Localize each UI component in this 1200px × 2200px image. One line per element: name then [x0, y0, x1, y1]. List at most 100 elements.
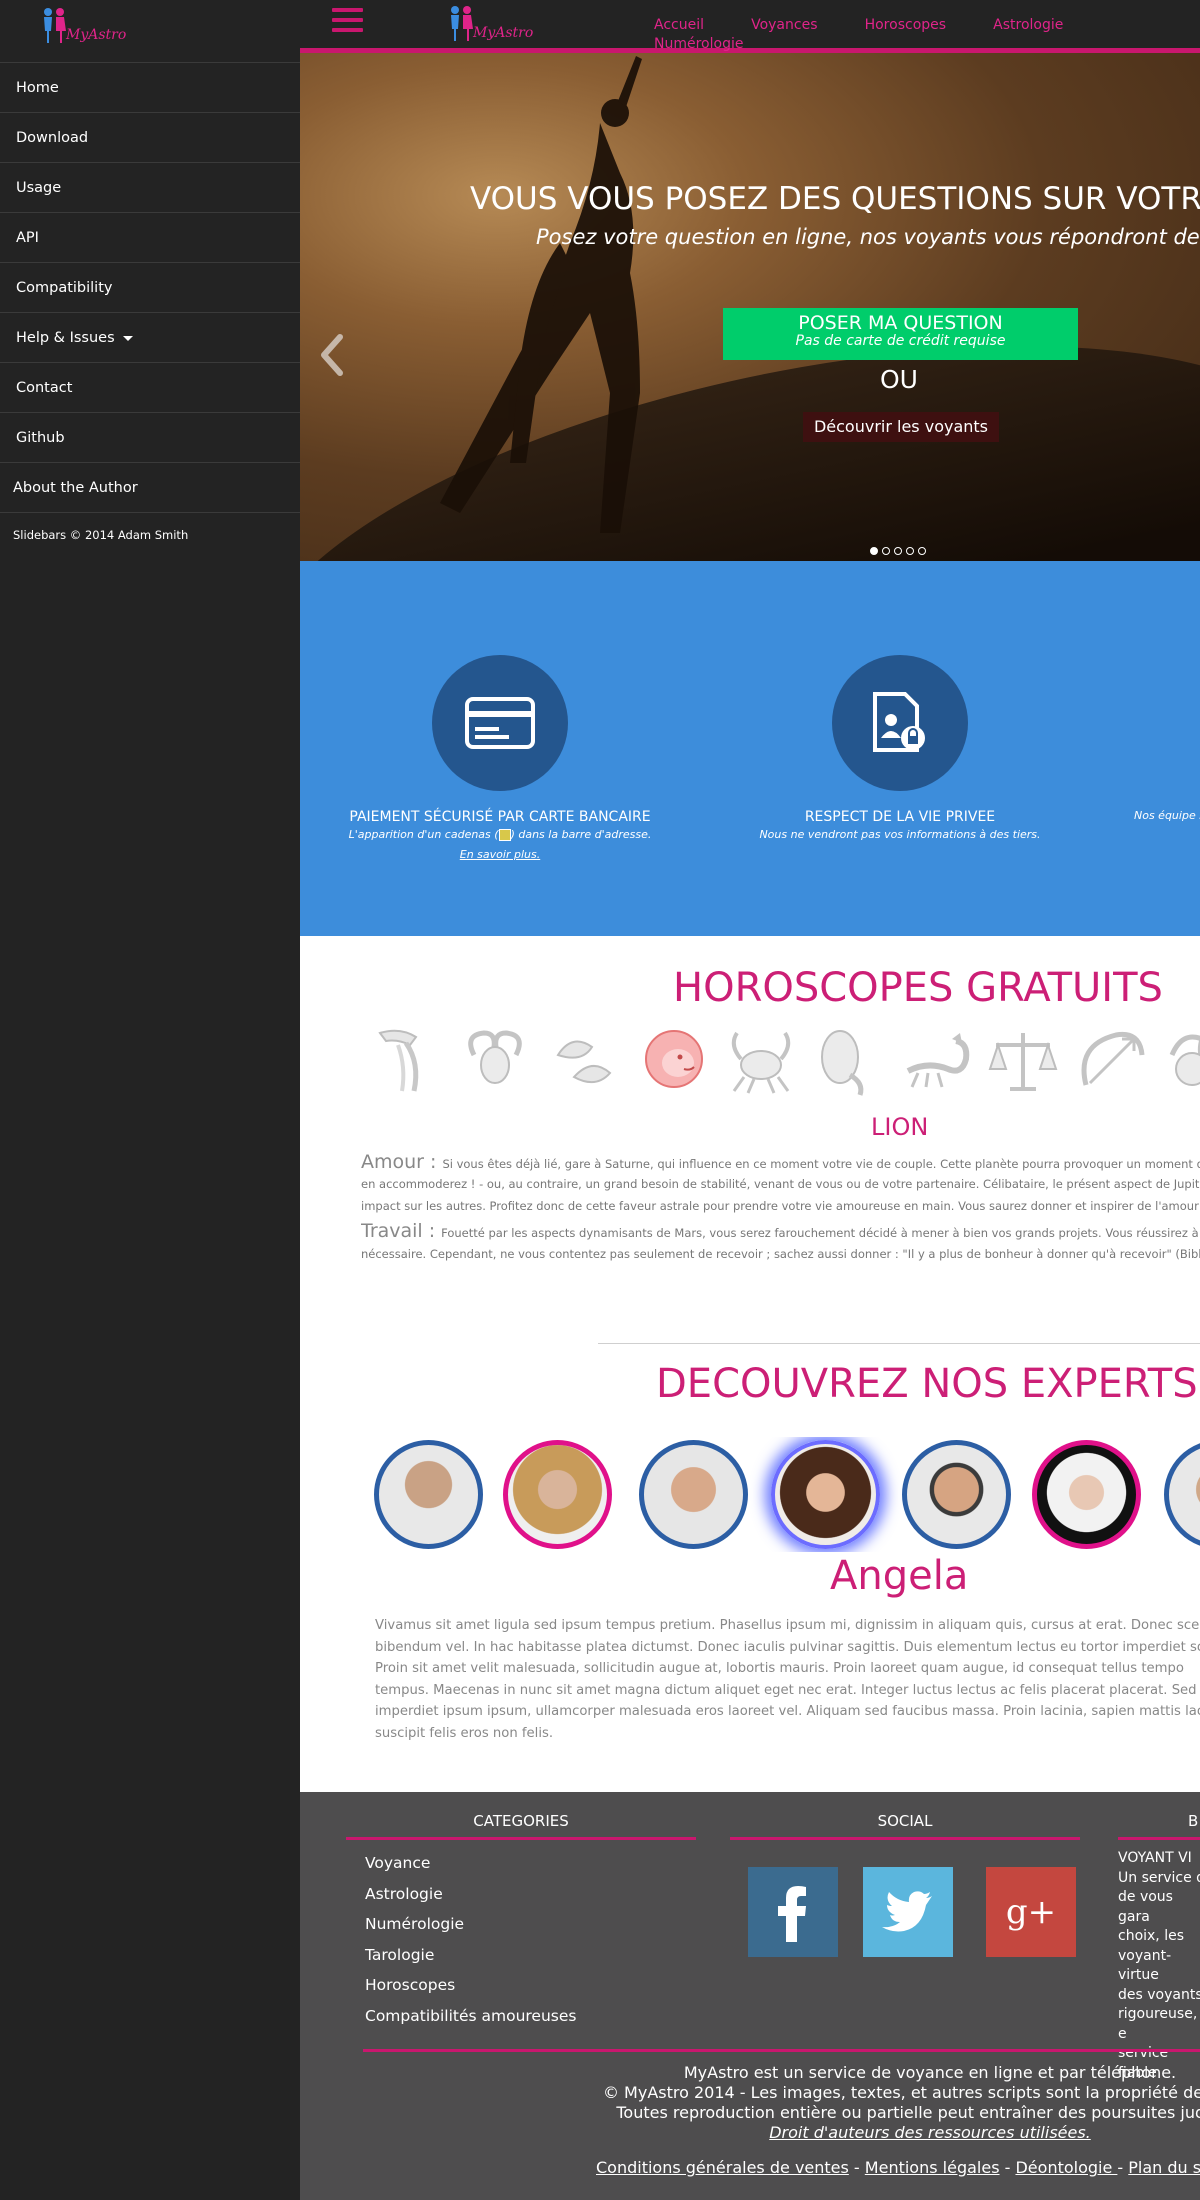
sidebar-item-usage[interactable]: Usage	[0, 162, 300, 212]
cta-main-label: POSER MA QUESTION	[798, 312, 1003, 334]
selected-sign-name: LION	[871, 1113, 929, 1141]
header-logo[interactable]: MyAstro	[445, 4, 537, 50]
nav-link-accueil[interactable]: Accueil	[654, 17, 704, 33]
feature-desc: L'apparition d'un cadenas () dans la bar…	[348, 828, 652, 841]
footer-bottom-links: Conditions générales de ventes - Mention…	[596, 2158, 1200, 2177]
carousel-prev-arrow-icon[interactable]	[316, 333, 346, 377]
sidebar-item-github[interactable]: Github	[0, 412, 300, 462]
carousel-dot[interactable]	[882, 547, 890, 555]
sidebar-item-api[interactable]: API	[0, 212, 300, 262]
expert-avatar[interactable]	[1032, 1440, 1141, 1549]
footer-social-title: SOCIAL	[877, 1812, 933, 1830]
feature-team: Nos équipe s	[1100, 655, 1200, 822]
facebook-icon[interactable]	[748, 1867, 838, 1957]
twitter-icon[interactable]	[863, 1867, 953, 1957]
footer-link-tarologie[interactable]: Tarologie	[365, 1940, 576, 1971]
nav-link-astrologie[interactable]: Astrologie	[993, 17, 1063, 33]
hero-or-text: OU	[880, 365, 918, 394]
aquarius-sign-icon[interactable]	[372, 1025, 442, 1097]
carousel-dot[interactable]	[918, 547, 926, 555]
sidebar-item-download[interactable]: Download	[0, 112, 300, 162]
ask-question-button[interactable]: POSER MA QUESTION Pas de carte de crédit…	[723, 308, 1078, 360]
sidebar-item-compatibility[interactable]: Compatibility	[0, 262, 300, 312]
hamburger-menu-icon[interactable]	[332, 8, 363, 38]
footer-categories-list: Voyance Astrologie Numérologie Tarologie…	[365, 1848, 576, 2031]
footer-link-voyance[interactable]: Voyance	[365, 1848, 576, 1879]
learn-more-link[interactable]: En savoir plus.	[300, 848, 700, 861]
expert-avatar[interactable]	[374, 1440, 483, 1549]
cancer-sign-icon[interactable]	[724, 1025, 798, 1097]
footer-link-mentions[interactable]: Mentions légales	[865, 2158, 1000, 2177]
sidebar-item-label: Download	[16, 130, 89, 146]
nav-link-numerologie[interactable]: Numérologie	[654, 36, 743, 52]
sidebar-item-label: Github	[16, 430, 65, 446]
padlock-icon	[498, 829, 511, 841]
top-menu: Accueil Voyances Horoscopes Astrologie N…	[654, 14, 1200, 52]
features-band: PAIEMENT SÉCURISÉ PAR CARTE BANCAIRE L'a…	[300, 561, 1200, 936]
expert-avatar[interactable]	[503, 1440, 612, 1549]
footer-link-cgv[interactable]: Conditions générales de ventes	[596, 2158, 849, 2177]
footer-brand-text: VOYANT VI Un service d de vous gara choi…	[1118, 1850, 1200, 2081]
sidebar-item-contact[interactable]: Contact	[0, 362, 300, 412]
sidebar-item-label: Usage	[16, 180, 62, 196]
sidebar-item-label: Contact	[16, 380, 73, 396]
footer-brand-title: B	[1188, 1812, 1199, 1830]
sidebar-logo[interactable]: MyAstro	[0, 0, 300, 62]
footer-divider	[346, 1837, 696, 1840]
footer-link-compatibilites[interactable]: Compatibilités amoureuses	[365, 2001, 576, 2032]
experts-title: DECOUVREZ NOS EXPERTS	[656, 1361, 1198, 1407]
footer-legal-line: © MyAstro 2014 - Les images, textes, et …	[602, 2083, 1200, 2102]
expert-avatar[interactable]	[639, 1440, 748, 1549]
nav-link-horoscopes[interactable]: Horoscopes	[865, 17, 946, 33]
feature-secure-payment: PAIEMENT SÉCURISÉ PAR CARTE BANCAIRE L'a…	[300, 655, 700, 861]
copyright-resources-link[interactable]: Droit d'auteurs des ressources utilisées…	[300, 2123, 1200, 2142]
sidebar-item-label: Help & Issues	[16, 330, 115, 346]
libra-sign-icon[interactable]	[986, 1025, 1060, 1097]
sidebar-item-label: Home	[16, 80, 59, 96]
nav-link-voyances[interactable]: Voyances	[751, 17, 817, 33]
logo-text: MyAstro	[472, 25, 533, 41]
sagittarius-sign-icon[interactable]	[1072, 1025, 1146, 1097]
sidebar-item-label: About the Author	[13, 480, 138, 496]
cta-sub-label: Pas de carte de crédit requise	[795, 333, 1006, 349]
footer-link-astrologie[interactable]: Astrologie	[365, 1879, 576, 1910]
google-plus-icon[interactable]: g+	[986, 1867, 1076, 1957]
feature-desc: Nos équipe s	[1134, 809, 1200, 822]
feature-title: PAIEMENT SÉCURISÉ PAR CARTE BANCAIRE	[349, 809, 651, 825]
virgo-sign-icon[interactable]	[812, 1025, 878, 1097]
sidebar: MyAstro Home Download Usage API Compatib…	[0, 0, 300, 2200]
footer-link-numerologie[interactable]: Numérologie	[365, 1909, 576, 1940]
discover-seers-button[interactable]: Découvrir les voyants	[803, 412, 999, 442]
myastro-logo: MyAstro	[44, 8, 126, 43]
sidebar-item-about-author[interactable]: About the Author	[0, 462, 300, 512]
carousel-dot[interactable]	[870, 547, 878, 555]
footer-legal-line: MyAstro est un service de voyance en lig…	[683, 2063, 1177, 2082]
leo-sign-icon[interactable]	[636, 1025, 712, 1097]
horoscope-love-line: impact sur les autres. Profitez donc de …	[361, 1199, 1200, 1213]
footer-link-deontologie[interactable]: Déontologie	[1015, 2158, 1117, 2177]
expert-avatar-selected[interactable]	[771, 1440, 880, 1549]
expert-avatar[interactable]	[1164, 1440, 1200, 1549]
scorpio-sign-icon[interactable]	[898, 1025, 972, 1097]
pisces-sign-icon[interactable]	[548, 1025, 618, 1097]
carousel-dot[interactable]	[906, 547, 914, 555]
footer-divider	[730, 1837, 1080, 1840]
footer-divider	[363, 2049, 1200, 2052]
sidebar-item-home[interactable]: Home	[0, 62, 300, 112]
carousel-indicators	[870, 540, 930, 559]
hero-title: VOUS VOUS POSEZ DES QUESTIONS SUR VOTRE	[470, 181, 1200, 217]
myastro-logo: MyAstro	[451, 6, 533, 41]
footer-link-plan[interactable]: Plan du site	[1128, 2158, 1200, 2177]
aries-sign-icon[interactable]	[460, 1025, 530, 1097]
top-navbar: MyAstro Accueil Voyances Horoscopes Astr…	[300, 0, 1200, 53]
expert-avatar[interactable]	[902, 1440, 1011, 1549]
feature-privacy: RESPECT DE LA VIE PRIVEE Nous ne vendron…	[700, 655, 1100, 841]
sidebar-item-help-issues[interactable]: Help & Issues	[0, 312, 300, 362]
footer-link-horoscopes[interactable]: Horoscopes	[365, 1970, 576, 2001]
footer-legal-line: Toutes reproduction entière ou partielle…	[616, 2103, 1200, 2122]
love-label: Amour :	[361, 1151, 437, 1173]
horoscopes-title: HOROSCOPES GRATUITS	[673, 965, 1163, 1011]
capricorn-sign-icon[interactable]	[1162, 1025, 1200, 1097]
carousel-dot[interactable]	[894, 547, 902, 555]
footer-divider	[1118, 1837, 1200, 1840]
